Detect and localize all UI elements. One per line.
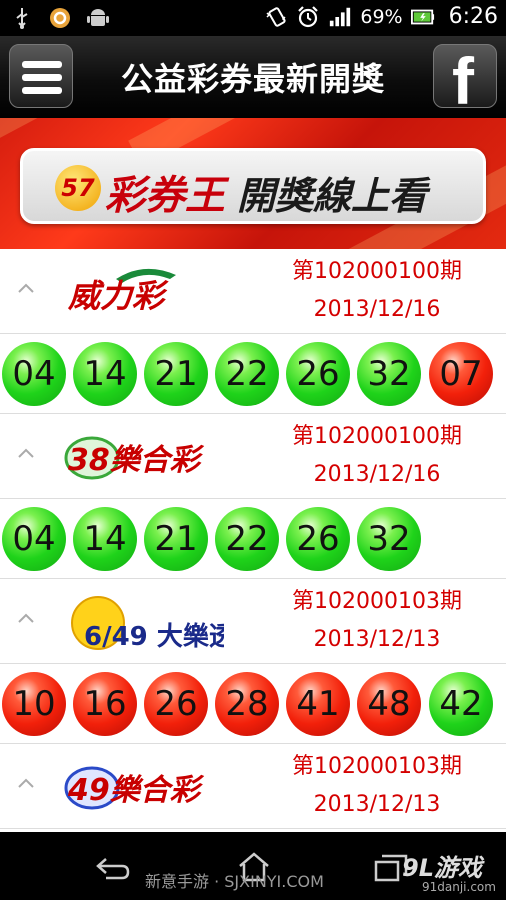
game-header-big-lotto[interactable]: 6/49 大樂透 第102000103期 2013/12/13 [0, 579, 506, 664]
logo-text: 49樂合彩 [67, 773, 205, 808]
signal-icon [330, 7, 351, 26]
page-title: 公益彩券最新開獎 [120, 60, 385, 98]
lottery-ball: 22 [215, 507, 279, 571]
power-lottery-logo: 威力彩 [67, 268, 176, 315]
notification-app-icon [50, 8, 70, 28]
status-bar: 69% 6:26 [0, 0, 506, 36]
chevron-up-icon[interactable] [16, 444, 36, 464]
draw-date: 2013/12/16 [313, 462, 441, 487]
49-lotto-logo: 49樂合彩 [64, 766, 205, 810]
game-header-49-lotto[interactable]: 49樂合彩 第102000103期 2013/12/13 [0, 744, 506, 829]
lottery-ball: 26 [286, 342, 350, 406]
game-header-38-lotto[interactable]: 38樂合彩 第102000100期 2013/12/16 [0, 414, 506, 499]
lottery-ball: 10 [2, 672, 66, 736]
period-number: 第102000103期 [292, 754, 462, 779]
draw-period: 第102000103期 2013/12/13 [262, 583, 492, 659]
chevron-up-icon[interactable] [16, 279, 36, 299]
game-header-power-lottery[interactable]: 威力彩 第102000100期 2013/12/16 [0, 249, 506, 334]
lottery-ball: 26 [144, 672, 208, 736]
lottery-ball: 32 [357, 507, 421, 571]
facebook-icon: f [452, 44, 474, 108]
battery-percent: 69% [360, 5, 403, 28]
draw-results-list[interactable]: 威力彩 第102000100期 2013/12/16 04 14 21 22 2… [0, 249, 506, 832]
system-nav-bar: 新意手游 · SJXINYI.COM 9L游戏 91danji.com [0, 832, 506, 900]
usb-icon [16, 8, 28, 29]
logo-text: 6/49 大樂透 [84, 621, 224, 651]
watermark-logo: 9L游戏 [402, 854, 482, 882]
lottery-ball: 16 [73, 672, 137, 736]
38-lotto-logo: 38樂合彩 [64, 436, 205, 480]
logo-text: 威力彩 [67, 277, 169, 315]
draw-date: 2013/12/13 [313, 627, 441, 652]
lottery-ball: 48 [357, 672, 421, 736]
back-icon[interactable] [92, 854, 132, 884]
clock-time: 6:26 [448, 4, 498, 29]
status-bar-left [10, 6, 110, 30]
watermark-url: 91danji.com [422, 880, 496, 894]
lottery-ball: 41 [286, 672, 350, 736]
draw-period: 第102000103期 2013/12/13 [262, 748, 492, 824]
hamburger-icon [22, 61, 62, 68]
period-number: 第102000100期 [292, 424, 462, 449]
big-lotto-logo: 6/49 大樂透 [71, 596, 224, 651]
draw-period: 第102000100期 2013/12/16 [262, 253, 492, 329]
banner-plate: 57 彩券王 開獎線上看 [20, 148, 486, 224]
menu-button[interactable] [9, 44, 73, 108]
period-number: 第102000100期 [292, 259, 462, 284]
banner-subtitle: 開獎線上看 [237, 174, 428, 218]
lottery-ball: 21 [144, 507, 208, 571]
balls-row: 10 16 26 28 41 48 42 [0, 664, 506, 744]
battery-icon [410, 9, 434, 24]
chevron-up-icon[interactable] [16, 774, 36, 794]
lottery-ball: 04 [2, 507, 66, 571]
draw-date: 2013/12/16 [313, 297, 441, 322]
balls-row: 04 14 21 22 26 32 [0, 499, 506, 579]
promo-banner[interactable]: 57 彩券王 開獎線上看 [0, 118, 506, 249]
banner-badge: 57 [55, 165, 101, 211]
app-header: 公益彩券最新開獎 f [0, 36, 506, 118]
lottery-ball: 28 [215, 672, 279, 736]
lottery-ball: 32 [357, 342, 421, 406]
watermark-text: 新意手游 · SJXINYI.COM [145, 872, 324, 891]
lottery-ball: 07 [429, 342, 493, 406]
hamburger-icon-bar [22, 87, 62, 94]
lottery-ball: 26 [286, 507, 350, 571]
banner-brand: 彩券王 [105, 173, 225, 219]
status-bar-right: 69% 6:26 [264, 4, 498, 29]
draw-period: 第102000100期 2013/12/16 [262, 418, 492, 494]
hamburger-icon-bar [22, 74, 62, 81]
chevron-up-icon[interactable] [16, 609, 36, 629]
logo-text: 38樂合彩 [68, 443, 205, 478]
lottery-ball: 22 [215, 342, 279, 406]
lottery-ball: 42 [429, 672, 493, 736]
lottery-ball: 04 [2, 342, 66, 406]
alarm-icon [298, 5, 319, 27]
balls-row: 04 14 21 22 26 32 07 [0, 334, 506, 414]
period-number: 第102000103期 [292, 589, 462, 614]
lottery-ball: 21 [144, 342, 208, 406]
facebook-button[interactable]: f [433, 44, 497, 108]
vibrate-icon [266, 6, 286, 27]
draw-date: 2013/12/13 [313, 792, 441, 817]
android-icon [87, 9, 109, 26]
lottery-ball: 14 [73, 507, 137, 571]
lottery-ball: 14 [73, 342, 137, 406]
